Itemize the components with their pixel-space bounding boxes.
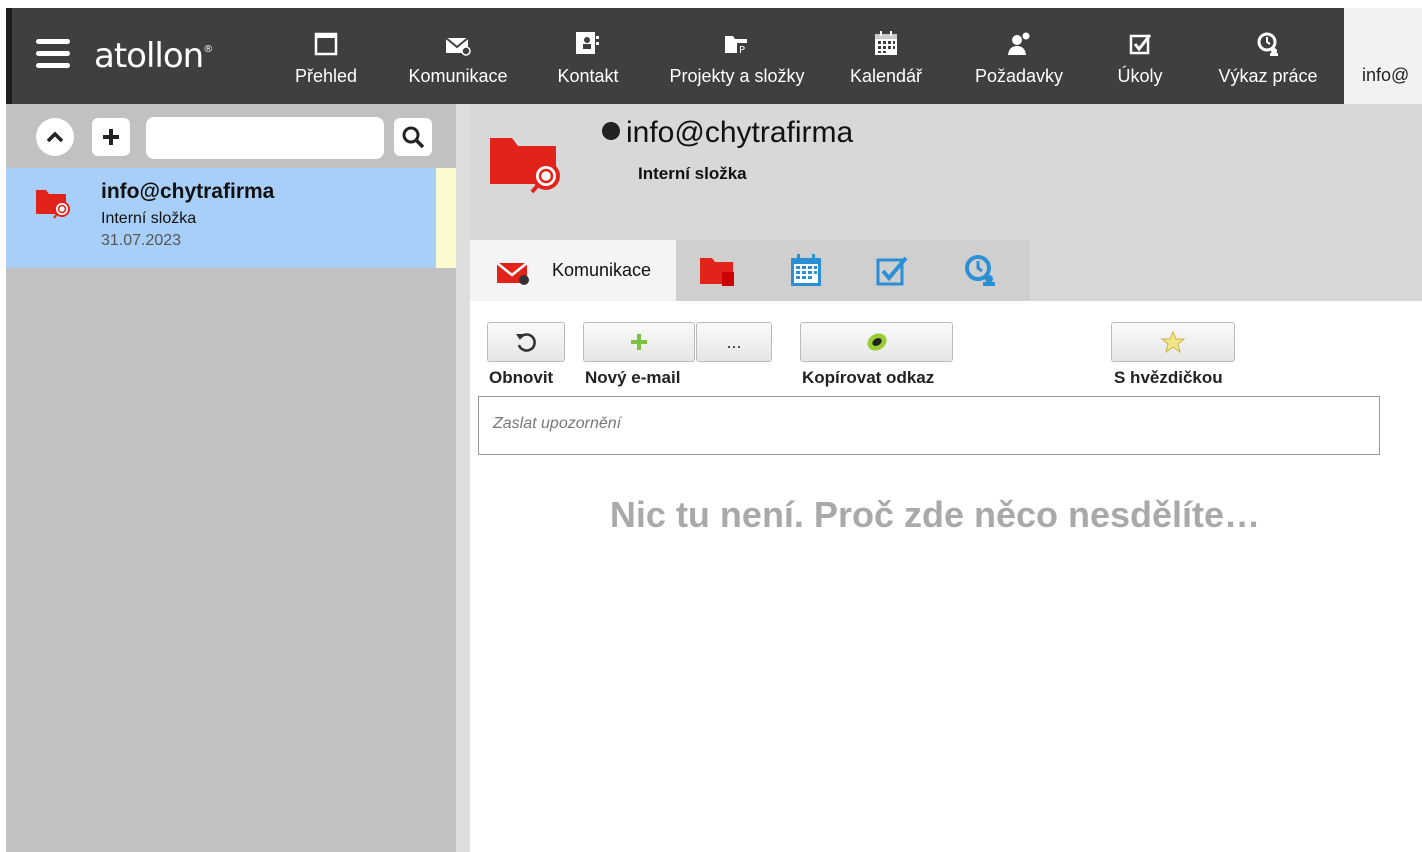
calendar-icon[interactable]: [788, 252, 824, 288]
search-button[interactable]: [394, 118, 432, 156]
nav-item-label: Požadavky: [974, 66, 1064, 86]
list-item-date: 31.07.2023: [101, 232, 182, 249]
list-item-title: info@chytrafirma: [101, 180, 275, 203]
nav-edge: [6, 8, 12, 104]
time-tracking-icon[interactable]: [962, 252, 998, 288]
list-item-subtitle: Interní složka: [101, 210, 197, 227]
app-logo[interactable]: atollon®: [94, 36, 213, 76]
nav-item-prehled[interactable]: Přehled: [286, 28, 366, 98]
nav-item-komunikace[interactable]: Komunikace: [398, 28, 518, 98]
menu-icon[interactable]: [36, 39, 72, 73]
project-folder-icon: P: [725, 36, 747, 56]
notify-placeholder: Zaslat upozornění: [493, 415, 622, 432]
plus-icon: [103, 129, 119, 145]
caret-down-icon[interactable]: [602, 122, 620, 140]
window-icon: [314, 32, 338, 56]
mail-icon: [496, 262, 529, 285]
notify-input[interactable]: Zaslat upozornění: [478, 396, 1380, 455]
top-navigation: atollon® Přehled Komunikace Kontakt P Pr…: [6, 8, 1422, 104]
folder-search-icon: [490, 138, 560, 194]
refresh-label[interactable]: Obnovit: [489, 368, 553, 388]
splitter[interactable]: [456, 104, 470, 852]
checkbox-icon: [1129, 34, 1152, 55]
nav-item-label: Úkoly: [1117, 66, 1163, 86]
svg-text:P: P: [739, 45, 745, 56]
nav-item-label: Kalendář: [849, 66, 923, 86]
nav-item-kontakt[interactable]: Kontakt: [546, 28, 630, 98]
folder-search-icon: [36, 190, 70, 219]
tab-label: Komunikace: [552, 260, 652, 280]
contact-card-icon: [576, 32, 599, 54]
link-icon: [866, 333, 887, 351]
checkbox-icon[interactable]: [874, 252, 910, 288]
nav-item-kalendar[interactable]: Kalendář: [840, 28, 932, 98]
page-title[interactable]: info@chytrafirma: [602, 116, 853, 150]
window-top-strip: [0, 0, 1422, 8]
chevron-up-icon: [46, 131, 64, 143]
new-email-button[interactable]: [583, 322, 695, 362]
row-accent: [436, 168, 456, 268]
empty-state-message: Nic tu není. Proč zde něco nesdělíte…: [609, 494, 1261, 535]
calendar-icon: [875, 31, 897, 55]
copy-link-button[interactable]: [800, 322, 953, 362]
page-subtitle: Interní složka: [638, 164, 747, 183]
nav-item-ukoly[interactable]: Úkoly: [1104, 28, 1176, 98]
add-button[interactable]: [92, 118, 130, 156]
tab-bar: Komunikace: [470, 240, 1030, 301]
refresh-button[interactable]: [487, 322, 565, 362]
search-icon: [402, 126, 425, 149]
nav-item-label: Výkaz práce: [1218, 66, 1318, 86]
nav-item-label: Kontakt: [557, 66, 619, 86]
plus-icon: [631, 334, 647, 350]
new-email-label[interactable]: Nový e-mail: [585, 368, 680, 388]
nav-item-label: Komunikace: [408, 66, 508, 86]
more-icon: ...: [726, 331, 742, 352]
copy-link-label[interactable]: Kopírovat odkaz: [802, 368, 934, 388]
sidebar: info@chytrafirma Interní složka 31.07.20…: [6, 104, 456, 852]
collapse-button[interactable]: [36, 118, 74, 156]
folder-icon[interactable]: [698, 252, 738, 288]
refresh-icon: [516, 333, 536, 352]
mail-icon: [445, 37, 471, 56]
nav-item-vykaz-prace[interactable]: Výkaz práce: [1206, 28, 1330, 98]
nav-item-label: Projekty a složky: [669, 66, 805, 86]
request-user-icon: [1008, 32, 1030, 55]
nav-item-label: Přehled: [294, 66, 358, 86]
search-input[interactable]: [146, 117, 384, 159]
nav-item-projekty[interactable]: P Projekty a složky: [664, 28, 810, 98]
time-tracking-icon: [1257, 32, 1278, 56]
active-tab-label: info@: [1362, 65, 1410, 85]
tab-komunikace[interactable]: Komunikace: [470, 240, 676, 301]
star-icon: [1160, 330, 1186, 354]
nav-item-pozadavky[interactable]: Požadavky: [964, 28, 1074, 98]
starred-label[interactable]: S hvězdičkou: [1114, 368, 1223, 388]
tab-active-folder[interactable]: info@: [1344, 8, 1422, 104]
more-button[interactable]: ...: [696, 322, 772, 362]
list-item[interactable]: info@chytrafirma Interní složka 31.07.20…: [6, 168, 456, 268]
starred-button[interactable]: [1111, 322, 1235, 362]
